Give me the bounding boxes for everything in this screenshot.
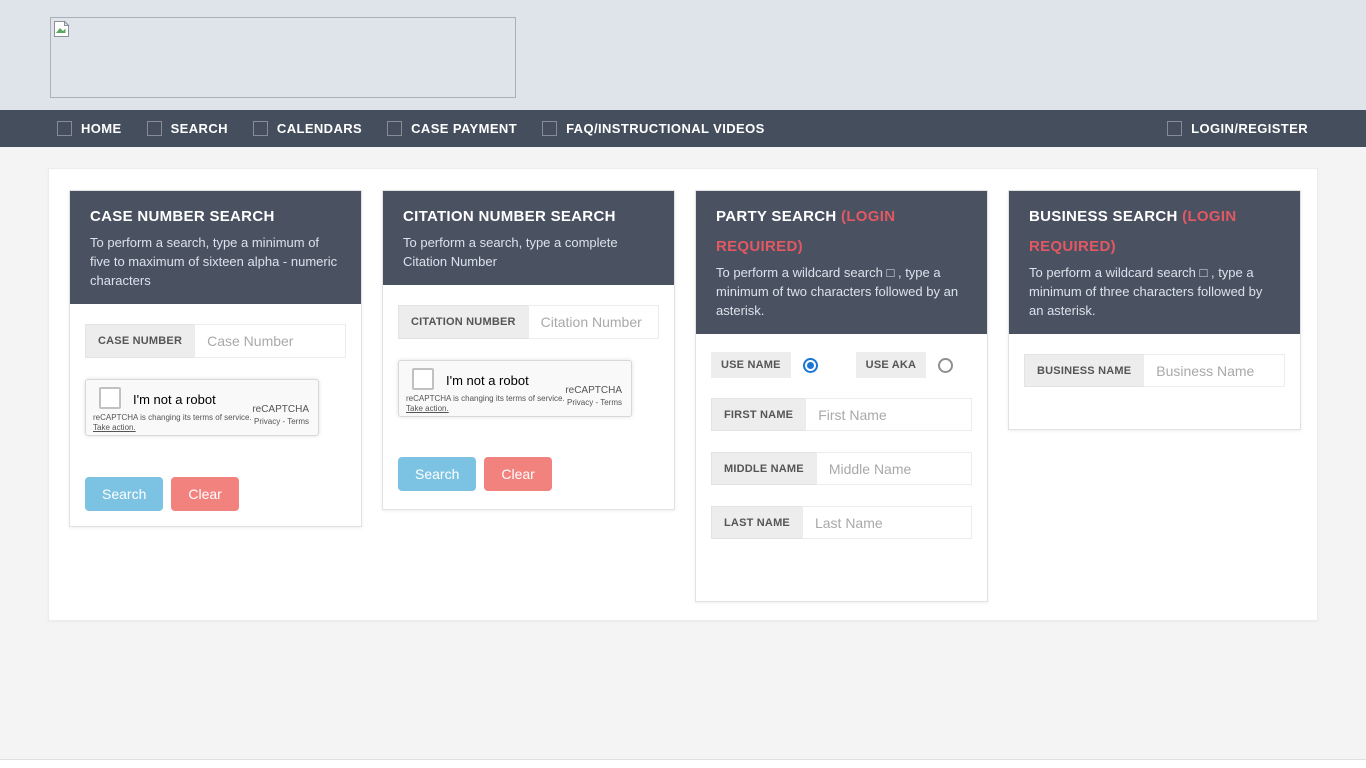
clear-button[interactable]: Clear [484, 457, 551, 491]
nav-item-calendars[interactable]: CALENDARS [253, 121, 362, 136]
case-number-input-group: CASE NUMBER [85, 324, 346, 358]
recaptcha-brand-name: reCAPTCHA [252, 404, 309, 415]
first-name-label: FIRST NAME [711, 398, 805, 431]
page-header [0, 0, 1366, 110]
recaptcha-widget: I'm not a robot reCAPTCHA is changing it… [85, 379, 319, 436]
case-number-label: CASE NUMBER [85, 324, 194, 358]
recaptcha-notice: reCAPTCHA is changing its terms of servi… [406, 394, 565, 414]
nav-item-label: HOME [81, 121, 122, 136]
last-name-input-group: LAST NAME [711, 506, 972, 539]
middle-name-input[interactable] [816, 452, 972, 485]
nav-item-label: FAQ/INSTRUCTIONAL VIDEOS [566, 121, 765, 136]
search-icon [147, 121, 162, 136]
recaptcha-privacy-terms-links[interactable]: Privacy - Terms [565, 398, 622, 407]
nav-item-label: LOGIN/REGISTER [1191, 121, 1308, 136]
recaptcha-checkbox[interactable] [412, 368, 434, 390]
case-number-search-panel: CASE NUMBER SEARCH To perform a search, … [69, 190, 362, 527]
business-name-input-group: BUSINESS NAME [1024, 354, 1285, 387]
citation-number-search-panel: CITATION NUMBER SEARCH To perform a sear… [382, 190, 675, 510]
panel-description: To perform a search, type a complete Cit… [403, 233, 654, 271]
panel-title: CITATION NUMBER SEARCH [403, 202, 654, 232]
recaptcha-privacy-terms-links[interactable]: Privacy - Terms [252, 417, 309, 426]
last-name-input[interactable] [802, 506, 972, 539]
panel-title: BUSINESS SEARCH (LOGIN REQUIRED) [1029, 202, 1280, 262]
party-search-panel: PARTY SEARCH (LOGIN REQUIRED) To perform… [695, 190, 988, 602]
panel-description: To perform a wildcard search □ , type a … [1029, 263, 1280, 320]
recaptcha-widget: I'm not a robot reCAPTCHA is changing it… [398, 360, 632, 417]
recaptcha-take-action-link[interactable]: Take action. [406, 404, 449, 413]
nav-item-label: SEARCH [171, 121, 228, 136]
panel-title: CASE NUMBER SEARCH [90, 202, 341, 232]
middle-name-input-group: MIDDLE NAME [711, 452, 972, 485]
site-logo [50, 17, 516, 98]
panel-title: PARTY SEARCH (LOGIN REQUIRED) [716, 202, 967, 262]
middle-name-label: MIDDLE NAME [711, 452, 816, 485]
panel-header: CASE NUMBER SEARCH To perform a search, … [70, 191, 361, 304]
case-number-input[interactable] [194, 324, 346, 358]
main-navbar: HOME SEARCH CALENDARS CASE PAYMENT FAQ/I… [0, 110, 1366, 147]
calendar-icon [253, 121, 268, 136]
business-search-panel: BUSINESS SEARCH (LOGIN REQUIRED) To perf… [1008, 190, 1301, 430]
recaptcha-brand: reCAPTCHA Privacy - Terms [252, 404, 309, 426]
use-name-label: USE NAME [711, 352, 791, 378]
use-name-radio[interactable] [803, 358, 818, 373]
citation-number-input[interactable] [528, 305, 659, 339]
broken-image-icon [53, 20, 70, 38]
recaptcha-brand-name: reCAPTCHA [565, 385, 622, 396]
business-name-input[interactable] [1143, 354, 1285, 387]
citation-number-input-group: CITATION NUMBER [398, 305, 659, 339]
recaptcha-take-action-link[interactable]: Take action. [93, 423, 136, 432]
search-panels-container: CASE NUMBER SEARCH To perform a search, … [48, 168, 1318, 621]
recaptcha-notice-text: reCAPTCHA is changing its terms of servi… [93, 413, 252, 422]
recaptcha-checkbox[interactable] [99, 387, 121, 409]
name-type-radio-row: USE NAME USE AKA [711, 352, 972, 378]
home-icon [57, 121, 72, 136]
first-name-input-group: FIRST NAME [711, 398, 972, 431]
use-aka-radio[interactable] [938, 358, 953, 373]
payment-icon [387, 121, 402, 136]
footer-strip [0, 759, 1366, 768]
panel-header: PARTY SEARCH (LOGIN REQUIRED) To perform… [696, 191, 987, 334]
nav-item-faq-videos[interactable]: FAQ/INSTRUCTIONAL VIDEOS [542, 121, 765, 136]
search-button[interactable]: Search [85, 477, 163, 511]
panel-header: CITATION NUMBER SEARCH To perform a sear… [383, 191, 674, 285]
citation-number-label: CITATION NUMBER [398, 305, 528, 339]
nav-item-label: CALENDARS [277, 121, 362, 136]
last-name-label: LAST NAME [711, 506, 802, 539]
recaptcha-notice-text: reCAPTCHA is changing its terms of servi… [406, 394, 565, 403]
nav-item-label: CASE PAYMENT [411, 121, 517, 136]
user-icon [1167, 121, 1182, 136]
business-name-label: BUSINESS NAME [1024, 354, 1143, 387]
first-name-input[interactable] [805, 398, 972, 431]
recaptcha-label: I'm not a robot [446, 373, 529, 388]
nav-item-login-register[interactable]: LOGIN/REGISTER [1167, 121, 1308, 136]
clear-button[interactable]: Clear [171, 477, 238, 511]
panel-header: BUSINESS SEARCH (LOGIN REQUIRED) To perf… [1009, 191, 1300, 334]
panel-description: To perform a wildcard search □ , type a … [716, 263, 967, 320]
nav-item-home[interactable]: HOME [57, 121, 122, 136]
recaptcha-label: I'm not a robot [133, 392, 216, 407]
recaptcha-notice: reCAPTCHA is changing its terms of servi… [93, 413, 252, 433]
use-aka-label: USE AKA [856, 352, 927, 378]
nav-item-search[interactable]: SEARCH [147, 121, 228, 136]
panel-description: To perform a search, type a minimum of f… [90, 233, 341, 290]
recaptcha-brand: reCAPTCHA Privacy - Terms [565, 385, 622, 407]
search-button[interactable]: Search [398, 457, 476, 491]
nav-item-case-payment[interactable]: CASE PAYMENT [387, 121, 517, 136]
video-icon [542, 121, 557, 136]
